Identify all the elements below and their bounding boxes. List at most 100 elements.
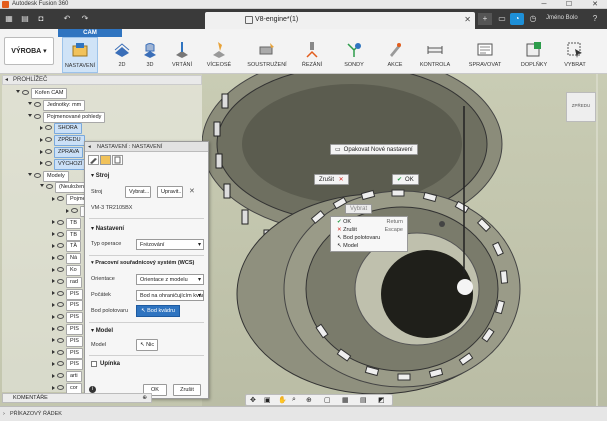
visibility-eye-icon[interactable] — [57, 373, 64, 379]
visibility-eye-icon[interactable] — [57, 326, 64, 332]
tree-node[interactable]: TB — [52, 229, 82, 241]
expand-arrow-icon[interactable] — [52, 220, 55, 225]
expand-arrow-icon[interactable] — [40, 149, 43, 154]
section-model[interactable]: ▾ Model — [91, 327, 113, 334]
new-tab-button[interactable]: + — [478, 13, 492, 25]
group-3d[interactable]: 3D — [136, 37, 164, 73]
display-mode-icon[interactable]: ▢ — [324, 396, 331, 404]
expand-arrow-icon[interactable] — [52, 338, 55, 343]
visibility-eye-icon[interactable] — [34, 113, 41, 119]
visibility-eye-icon[interactable] — [57, 255, 64, 261]
group-doplnky[interactable]: DOPLŇKY — [514, 37, 554, 73]
visibility-eye-icon[interactable] — [57, 337, 64, 343]
tab-setup[interactable] — [88, 155, 99, 165]
visibility-eye-icon[interactable] — [57, 302, 64, 308]
clock-icon[interactable]: ◷ — [526, 13, 540, 25]
repeat-command-button[interactable]: ▭ Opakovat Nové nastavení — [330, 144, 418, 155]
visibility-eye-icon[interactable] — [45, 125, 52, 131]
tree-node[interactable]: Ko — [52, 265, 81, 276]
visibility-eye-icon[interactable] — [45, 137, 52, 143]
expand-arrow-icon[interactable] — [52, 326, 55, 331]
group-akce[interactable]: AKCE — [380, 37, 410, 73]
edit-machine-button[interactable]: Upravit... — [157, 186, 183, 198]
group-kontrola[interactable]: KONTROLA — [414, 37, 456, 73]
expand-arrow-icon[interactable] — [52, 243, 55, 248]
fit-icon[interactable]: ⊕ — [306, 396, 312, 404]
visibility-eye-icon[interactable] — [34, 172, 41, 178]
collapse-icon[interactable]: ◂ — [5, 76, 8, 85]
view-cube[interactable]: ZPŘEDU — [566, 92, 596, 122]
expand-arrow-icon[interactable] — [52, 314, 55, 319]
viewport-ok-button[interactable]: ✔ OK — [392, 174, 419, 185]
visibility-eye-icon[interactable] — [57, 196, 64, 202]
tree-node[interactable]: Ná — [52, 253, 82, 265]
job-status-icon[interactable]: ◔ — [510, 13, 524, 25]
effects-icon[interactable]: ◩ — [378, 396, 385, 404]
visibility-eye-icon[interactable] — [57, 290, 64, 296]
maximize-button[interactable]: ☐ — [560, 0, 578, 9]
expand-arrow-icon[interactable] — [52, 302, 55, 307]
close-tab-icon[interactable]: ✕ — [464, 15, 471, 24]
add-comment-icon[interactable]: ⊕ — [142, 394, 147, 403]
section-stroj[interactable]: ▾ Stroj — [91, 172, 109, 179]
group-soustruzeni[interactable]: SOUSTRUŽENÍ — [244, 37, 290, 73]
context-item-stock-point[interactable]: ↖ Bod polotovaru — [337, 234, 407, 242]
tree-node[interactable]: PIS — [52, 300, 83, 312]
group-viceose[interactable]: VÍCEOSÉ — [202, 37, 236, 73]
expand-arrow-icon[interactable] — [40, 137, 43, 142]
tree-node[interactable]: Kořen CAM — [16, 88, 68, 99]
tree-node[interactable]: PIS — [52, 347, 83, 359]
group-rezani[interactable]: ŘEZÁNÍ — [298, 37, 326, 73]
expand-arrow-icon[interactable] — [40, 125, 43, 130]
operation-type-select[interactable]: Frézování — [136, 239, 204, 250]
visibility-eye-icon[interactable] — [45, 149, 52, 155]
visibility-eye-icon[interactable] — [57, 243, 64, 249]
document-tab[interactable]: V8-engine*(1) ✕ — [205, 12, 475, 29]
zoom-icon[interactable]: ⌕ — [292, 396, 296, 404]
tree-node[interactable]: PIS — [52, 312, 83, 324]
expand-arrow-icon[interactable] — [52, 255, 55, 260]
viewports-icon[interactable]: ▤ — [360, 396, 367, 404]
comments-panel[interactable]: KOMENTÁŘE ⊕ — [2, 393, 152, 403]
tree-node[interactable]: Jednotky: mm — [28, 99, 86, 111]
tree-node[interactable]: SHORA — [40, 123, 82, 135]
group-spravovat[interactable]: SPRAVOVAT — [462, 37, 508, 73]
visibility-eye-icon[interactable] — [57, 385, 64, 391]
tree-node[interactable]: rad — [52, 276, 82, 288]
group-vrtani[interactable]: VRTÁNÍ — [166, 37, 198, 73]
tree-node[interactable]: PIS — [52, 324, 83, 335]
grid-menu-icon[interactable]: ▦ — [4, 14, 14, 24]
expand-arrow-icon[interactable] — [52, 373, 55, 378]
tree-node[interactable]: PIS — [52, 335, 83, 347]
undo-icon[interactable]: ↶ — [62, 14, 72, 24]
move-icon[interactable]: ✥ — [250, 396, 256, 404]
expand-arrow-icon[interactable] — [52, 279, 55, 284]
origin-select[interactable]: Bod na ohraničujícím kvádru polotovaru — [136, 290, 204, 301]
save-icon[interactable]: ◘ — [36, 14, 46, 24]
visibility-eye-icon[interactable] — [57, 361, 64, 367]
tree-node[interactable]: ZPRAVA — [40, 147, 84, 158]
expand-arrow-icon[interactable] — [52, 291, 55, 296]
help-button[interactable]: ? — [588, 13, 602, 25]
model-select-button[interactable]: ↖ Nic — [136, 339, 158, 351]
user-name[interactable]: Jméno Bolo — [546, 15, 578, 21]
tree-node[interactable]: TÄ — [52, 241, 82, 253]
orientation-select[interactable]: Orientace z modelu — [136, 274, 204, 285]
dialog-header[interactable]: ◂ NASTAVENÍ : NASTAVENÍ — [85, 142, 208, 152]
chat-icon[interactable]: ▭ — [495, 13, 509, 25]
tree-node[interactable]: ZPŘEDU — [40, 135, 85, 147]
context-item-model[interactable]: ↖ Model — [337, 242, 407, 250]
expand-arrow-icon[interactable] — [66, 208, 69, 213]
context-item-ok[interactable]: ✔ OK Return — [337, 218, 407, 226]
tree-node[interactable]: VÝCHOZÍ — [40, 158, 87, 170]
tab-cam[interactable]: CAM — [58, 29, 122, 37]
visibility-eye-icon[interactable] — [34, 101, 41, 107]
select-machine-button[interactable]: Vybrat... — [125, 186, 151, 198]
info-icon[interactable]: i — [89, 386, 96, 393]
visibility-eye-icon[interactable] — [22, 90, 29, 96]
visibility-eye-icon[interactable] — [57, 314, 64, 320]
expand-arrow-icon[interactable] — [52, 350, 55, 355]
redo-icon[interactable]: ↷ — [80, 14, 90, 24]
tree-node[interactable]: PIS — [52, 288, 83, 300]
clear-machine-icon[interactable]: ✕ — [189, 187, 195, 195]
